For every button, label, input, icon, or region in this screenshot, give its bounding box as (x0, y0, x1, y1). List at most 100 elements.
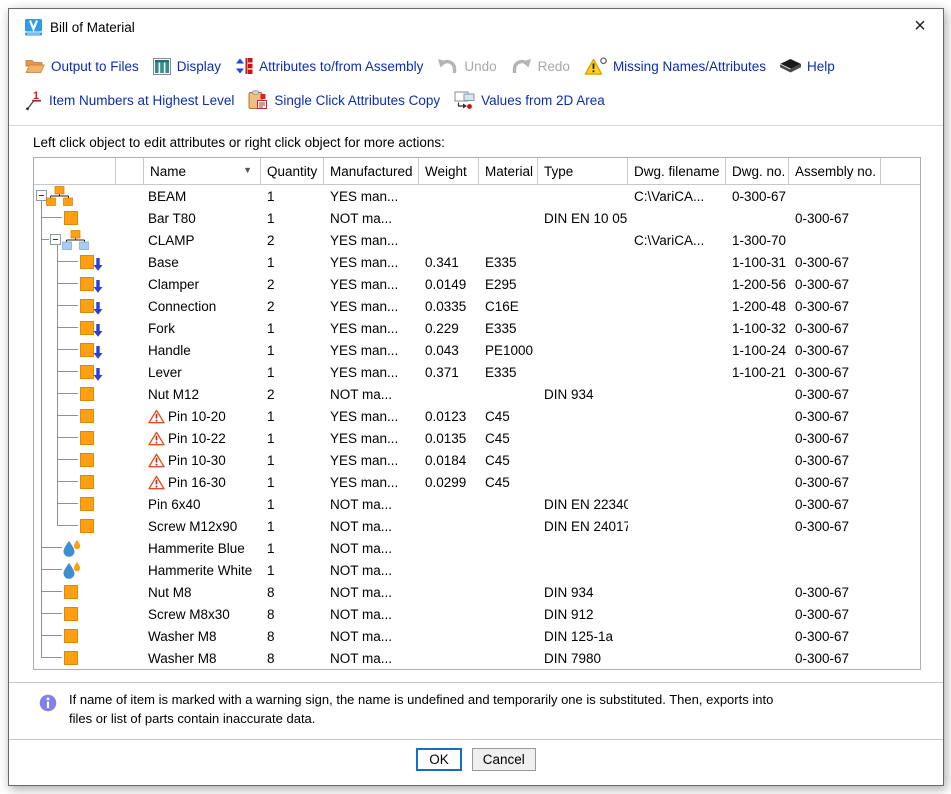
manufactured-cell: YES man... (324, 339, 419, 361)
name-cell: Connection (144, 295, 261, 317)
assembly-no-cell (789, 559, 881, 581)
assembly-no-cell (789, 537, 881, 559)
weight-cell: 0.0123 (419, 405, 479, 427)
table-row[interactable]: Washer M88NOT ma...DIN 79800-300-67 (34, 647, 920, 669)
dwg-filename-cell (628, 603, 726, 625)
attributes-to-from-assembly-button[interactable]: Attributes to/from Assembly (235, 57, 423, 75)
table-row[interactable]: Nut M122NOT ma...DIN 9340-300-67 (34, 383, 920, 405)
tree-cell (34, 449, 144, 471)
tree-line (57, 437, 78, 438)
name-cell: Lever (144, 361, 261, 383)
table-row[interactable]: Pin 10-301YES man...0.0184C450-300-67 (34, 449, 920, 471)
tree-line (41, 229, 42, 251)
redo-label: Redo (538, 59, 570, 74)
material-cell: E335 (479, 361, 538, 383)
table-row[interactable]: Washer M88NOT ma...DIN 125-1a0-300-67 (34, 625, 920, 647)
manufactured-cell: NOT ma... (324, 207, 419, 229)
column-header-dwg-no[interactable]: Dwg. no. (726, 158, 789, 184)
column-header-manufactured[interactable]: Manufactured (324, 158, 419, 184)
manufactured-cell: NOT ma... (324, 581, 419, 603)
tree-cell (34, 317, 144, 339)
dwg-filename-cell (628, 515, 726, 537)
spacer-cell (881, 625, 920, 647)
table-row[interactable]: Bar T801NOT ma...DIN EN 10 0550-300-67 (34, 207, 920, 229)
cancel-button[interactable]: Cancel (472, 748, 536, 771)
type-cell (538, 427, 628, 449)
name-cell: Handle (144, 339, 261, 361)
ok-button[interactable]: OK (416, 748, 462, 771)
column-header-assembly-no[interactable]: Assembly no. (789, 158, 881, 184)
tree-line (41, 449, 42, 471)
table-row[interactable]: Hammerite White1NOT ma... (34, 559, 920, 581)
tree-cell (34, 427, 144, 449)
spacer-cell (881, 383, 920, 405)
table-row[interactable]: Clamper2YES man...0.0149E2951-200-560-30… (34, 273, 920, 295)
table-row[interactable]: Base1YES man...0.341E3351-100-310-300-67 (34, 251, 920, 273)
weight-cell: 0.0335 (419, 295, 479, 317)
dwg-no-cell (726, 493, 789, 515)
tree-line (41, 591, 62, 592)
column-header-weight[interactable]: Weight (419, 158, 479, 184)
quantity-cell: 1 (261, 405, 324, 427)
column-header-type[interactable]: Type (538, 158, 628, 184)
column-header-material[interactable]: Material (479, 158, 538, 184)
collapse-box[interactable] (50, 234, 61, 245)
dialog-title: Bill of Material (50, 20, 135, 35)
values-from-2d-area-button[interactable]: Values from 2D Area (454, 91, 605, 110)
assembly-no-cell: 0-300-67 (789, 361, 881, 383)
display-button[interactable]: Display (153, 58, 221, 75)
output-to-files-button[interactable]: Output to Files (25, 58, 139, 74)
tree-line (41, 569, 62, 570)
quantity-cell: 2 (261, 229, 324, 251)
table-row[interactable]: Handle1YES man...0.043PE10001-100-240-30… (34, 339, 920, 361)
tree-line (41, 273, 42, 295)
weight-cell (419, 559, 479, 581)
close-button[interactable]: × (897, 9, 943, 43)
table-row[interactable]: Connection2YES man...0.0335C16E1-200-480… (34, 295, 920, 317)
tree-cell (34, 603, 144, 625)
paint-drops-icon (62, 539, 82, 557)
column-header-dwg-filename[interactable]: Dwg. filename (628, 158, 726, 184)
table-row[interactable]: Fork1YES man...0.229E3351-100-320-300-67 (34, 317, 920, 339)
table-row[interactable]: Screw M12x901NOT ma...DIN EN 240170-300-… (34, 515, 920, 537)
table-row[interactable]: Lever1YES man...0.371E3351-100-210-300-6… (34, 361, 920, 383)
material-cell (479, 559, 538, 581)
quantity-cell: 1 (261, 471, 324, 493)
single-click-attributes-copy-button[interactable]: Single Click Attributes Copy (248, 90, 440, 110)
table-row[interactable]: Pin 10-221YES man...0.0135C450-300-67 (34, 427, 920, 449)
assembly-no-cell: 0-300-67 (789, 647, 881, 669)
quantity-cell: 8 (261, 625, 324, 647)
column-header-quantity[interactable]: Quantity (261, 158, 324, 184)
title-bar[interactable]: Bill of Material × (9, 9, 943, 45)
weight-cell: 0.341 (419, 251, 479, 273)
tree-line (41, 317, 42, 339)
table-row[interactable]: Pin 16-301YES man...0.0299C450-300-67 (34, 471, 920, 493)
tree-line (41, 383, 42, 405)
table-row[interactable]: Hammerite Blue1NOT ma... (34, 537, 920, 559)
item-numbers-at-highest-level-button[interactable]: 1Item Numbers at Highest Level (25, 90, 234, 111)
help-book-icon (780, 59, 801, 74)
assembly-no-cell: 0-300-67 (789, 317, 881, 339)
spacer-cell (881, 427, 920, 449)
sort-descending-icon[interactable]: ▼ (243, 165, 252, 175)
missing-names-attributes-button[interactable]: Missing Names/Attributes (584, 57, 766, 76)
column-header-spacer (881, 158, 920, 184)
attributes-icon (235, 57, 253, 75)
spacer-cell (881, 471, 920, 493)
table-row[interactable]: Pin 10-201YES man...0.0123C450-300-67 (34, 405, 920, 427)
manufactured-cell: YES man... (324, 295, 419, 317)
clipboard-copy-icon (248, 90, 268, 110)
help-button[interactable]: Help (780, 59, 835, 74)
table-row[interactable]: BEAM1YES man...C:\VariCA...0-300-67 (34, 185, 920, 207)
spacer-cell (881, 185, 920, 207)
weight-cell (419, 515, 479, 537)
table-row[interactable]: CLAMP2YES man...C:\VariCA...1-300-70 (34, 229, 920, 251)
assembly-no-cell: 0-300-67 (789, 427, 881, 449)
table-row[interactable]: Nut M88NOT ma...DIN 9340-300-67 (34, 581, 920, 603)
tree-cell (34, 339, 144, 361)
item-name: Pin 6x40 (148, 497, 201, 512)
table-row[interactable]: Screw M8x308NOT ma...DIN 9120-300-67 (34, 603, 920, 625)
column-header-name[interactable]: Name▼ (144, 158, 261, 184)
dwg-no-cell (726, 383, 789, 405)
table-row[interactable]: Pin 6x401NOT ma...DIN EN 223400-300-67 (34, 493, 920, 515)
